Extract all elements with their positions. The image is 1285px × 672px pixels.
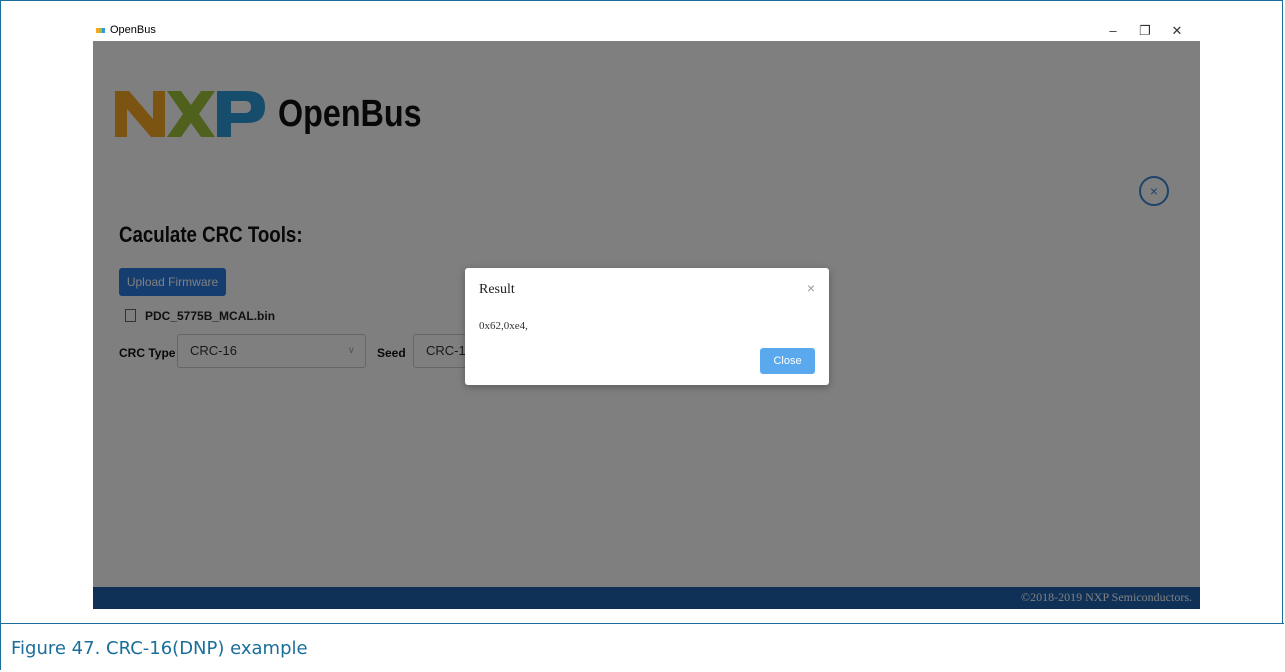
title-bar: OpenBus – ❐ ✕ bbox=[93, 21, 1200, 41]
minimize-button[interactable]: – bbox=[1098, 21, 1128, 41]
app-icon bbox=[96, 28, 105, 33]
close-icon[interactable]: × bbox=[807, 280, 815, 296]
figure-frame: OpenBus – ❐ ✕ OpenBus × Caculate CRC Too… bbox=[0, 0, 1284, 672]
dialog-close-button[interactable]: Close bbox=[760, 348, 815, 374]
dialog-title: Result bbox=[479, 282, 515, 297]
caption-text: Figure 47. CRC-16(DNP) example bbox=[11, 638, 308, 659]
restore-button[interactable]: ❐ bbox=[1130, 21, 1160, 41]
figure-caption: Figure 47. CRC-16(DNP) example bbox=[1, 623, 1284, 672]
window-title: OpenBus bbox=[110, 24, 156, 36]
dialog-result-text: 0x62,0xe4, bbox=[479, 320, 528, 332]
result-dialog: Result × 0x62,0xe4, Close bbox=[465, 268, 829, 385]
close-window-button[interactable]: ✕ bbox=[1162, 21, 1192, 41]
